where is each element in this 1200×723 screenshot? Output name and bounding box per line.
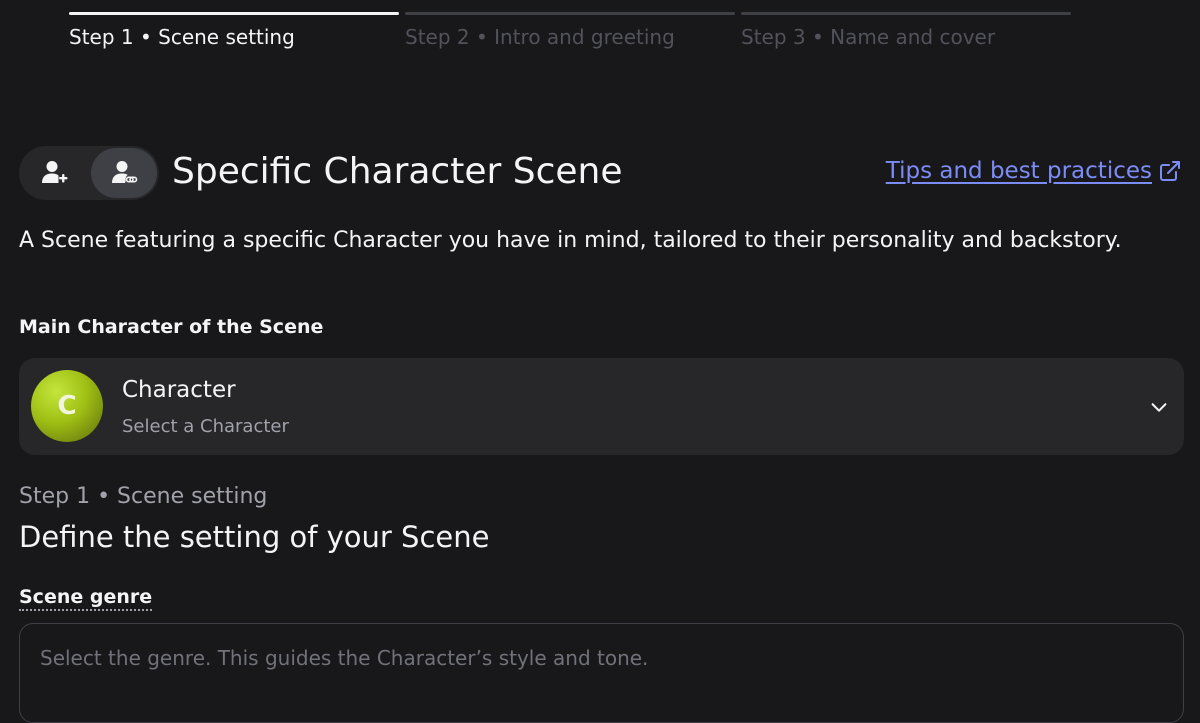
tips-link-label: Tips and best practices [885, 158, 1152, 184]
avatar: C [31, 370, 103, 442]
user-link-icon [112, 161, 138, 186]
add-user-icon [42, 161, 68, 183]
scene-type-toggle [19, 146, 159, 200]
step-2[interactable]: Step 2 • Intro and greeting [405, 12, 735, 49]
step-1[interactable]: Step 1 • Scene setting [69, 12, 399, 49]
step-3-progress-bar [741, 12, 1071, 15]
step-1-progress-bar [69, 12, 399, 15]
character-select-placeholder: Select a Character [122, 416, 289, 437]
step-2-progress-bar [405, 12, 735, 15]
stepper: Step 1 • Scene setting Step 2 • Intro an… [69, 12, 1071, 49]
scene-genre-placeholder: Select the genre. This guides the Charac… [40, 646, 649, 670]
step-caption: Step 1 • Scene setting [19, 484, 268, 509]
character-select-dropdown[interactable]: C Character Select a Character [19, 358, 1184, 455]
character-name: Character [122, 377, 236, 403]
specific-character-toggle-button[interactable] [91, 148, 157, 198]
scene-genre-label[interactable]: Scene genre [19, 586, 153, 611]
section-title: Define the setting of your Scene [19, 520, 490, 554]
page-title: Specific Character Scene [172, 151, 623, 192]
main-character-label: Main Character of the Scene [19, 316, 324, 338]
chevron-down-icon [1151, 403, 1167, 412]
tips-link[interactable]: Tips and best practices [886, 158, 1182, 184]
scene-description: A Scene featuring a specific Character y… [19, 228, 1122, 253]
scene-genre-select[interactable]: Select the genre. This guides the Charac… [19, 623, 1184, 723]
step-3[interactable]: Step 3 • Name and cover [741, 12, 1071, 49]
step-3-label: Step 3 • Name and cover [741, 25, 996, 49]
external-link-icon [1160, 161, 1180, 181]
general-scene-toggle-button[interactable] [21, 148, 87, 198]
step-2-label: Step 2 • Intro and greeting [405, 25, 675, 49]
step-1-label: Step 1 • Scene setting [69, 25, 295, 49]
